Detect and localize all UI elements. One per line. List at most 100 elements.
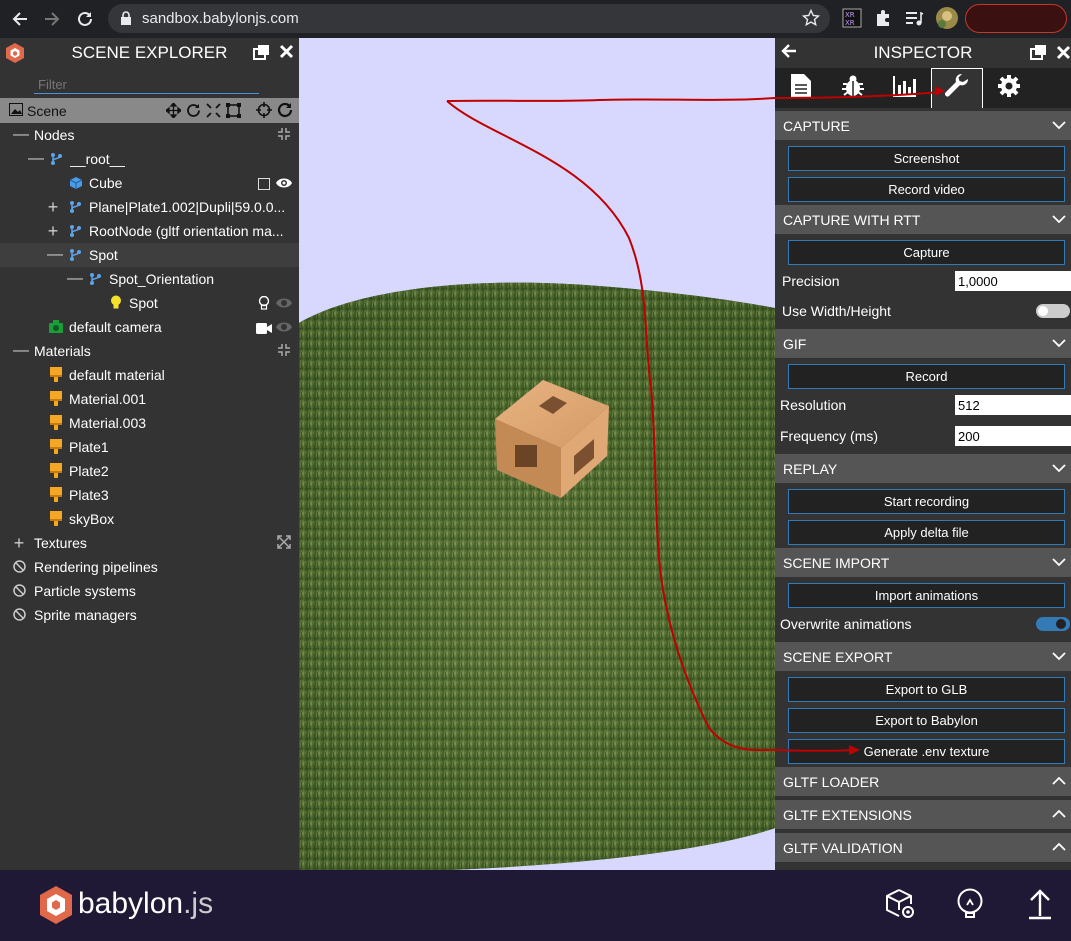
tree-node-material[interactable]: skyBox: [0, 507, 299, 531]
chevron-up-icon[interactable]: [1051, 774, 1067, 791]
extensions-puzzle-icon[interactable]: [873, 8, 893, 28]
tree-node-spot[interactable]: — Spot: [0, 243, 299, 267]
bookmark-star-icon[interactable]: [801, 8, 821, 32]
section-scene-import[interactable]: SCENE IMPORT: [775, 548, 1071, 577]
crosshair-icon[interactable]: [256, 102, 272, 121]
lock-icon[interactable]: [120, 11, 132, 31]
tree-node-textures[interactable]: + Textures: [0, 531, 299, 555]
screenshot-button[interactable]: Screenshot: [788, 146, 1065, 171]
section-gltf-extensions[interactable]: GLTF EXTENSIONS: [775, 800, 1071, 829]
collapse-all-icon[interactable]: [277, 343, 291, 360]
chevron-down-icon[interactable]: [1051, 336, 1067, 353]
close-icon[interactable]: [1056, 45, 1071, 65]
video-camera-icon[interactable]: [256, 321, 272, 337]
media-queue-icon[interactable]: [904, 8, 924, 28]
section-gif[interactable]: GIF: [775, 329, 1071, 358]
scene-root-row[interactable]: Scene: [0, 98, 299, 123]
chevron-down-icon[interactable]: [1051, 118, 1067, 135]
import-animations-button[interactable]: Import animations: [788, 583, 1065, 608]
back-icon[interactable]: [5, 4, 35, 34]
tree-node-spot-orientation[interactable]: — Spot_Orientation: [0, 267, 299, 291]
resolution-input[interactable]: [955, 395, 1071, 415]
chevron-down-icon[interactable]: [1051, 649, 1067, 666]
tree-node-material[interactable]: Material.001: [0, 387, 299, 411]
environment-bulb-icon[interactable]: [955, 888, 985, 925]
tree-node-default-camera[interactable]: default camera: [0, 315, 299, 339]
apply-delta-file-button[interactable]: Apply delta file: [788, 520, 1065, 545]
back-arrow-icon[interactable]: [781, 43, 797, 64]
tree-node-nodes[interactable]: — Nodes: [0, 123, 299, 147]
translate-gizmo-icon[interactable]: [164, 101, 183, 121]
profile-button[interactable]: [965, 4, 1067, 33]
use-width-height-toggle[interactable]: [1036, 304, 1070, 318]
visibility-eye-icon[interactable]: [276, 176, 292, 192]
collapse-icon[interactable]: —: [13, 126, 29, 144]
tree-node-materials[interactable]: — Materials: [0, 339, 299, 363]
tree-node-plane[interactable]: + Plane|Plate1.002|Dupli|59.0.0...: [0, 195, 299, 219]
avatar[interactable]: [935, 6, 959, 30]
tab-settings[interactable]: [983, 68, 1035, 108]
collapse-all-icon[interactable]: [277, 127, 291, 144]
tab-statistics[interactable]: [879, 68, 931, 108]
popout-icon[interactable]: [253, 44, 270, 66]
tree-node-material[interactable]: Material.003: [0, 411, 299, 435]
render-canvas[interactable]: [299, 38, 775, 870]
filter-input[interactable]: [34, 76, 259, 94]
expand-icon[interactable]: +: [47, 221, 59, 242]
light-toggle-icon[interactable]: [258, 295, 270, 313]
tree-node-material[interactable]: Plate3: [0, 483, 299, 507]
scale-gizmo-icon[interactable]: [206, 103, 221, 121]
collapse-icon[interactable]: —: [47, 246, 63, 264]
section-capture[interactable]: CAPTURE: [775, 111, 1071, 140]
tree-node-cube[interactable]: Cube: [0, 171, 299, 195]
collapse-icon[interactable]: —: [67, 270, 83, 288]
close-icon[interactable]: [279, 44, 294, 64]
frequency-input[interactable]: [955, 426, 1071, 446]
tree-node-rootnode[interactable]: + RootNode (gltf orientation ma...: [0, 219, 299, 243]
reload-icon[interactable]: [70, 4, 100, 34]
webxr-extension-icon[interactable]: XR XR: [842, 8, 862, 28]
export-glb-button[interactable]: Export to GLB: [788, 677, 1065, 702]
section-scene-export[interactable]: SCENE EXPORT: [775, 642, 1071, 671]
chevron-down-icon[interactable]: [1051, 461, 1067, 478]
address-bar[interactable]: sandbox.babylonjs.com: [108, 4, 830, 33]
tree-node-sprite-managers[interactable]: Sprite managers: [0, 603, 299, 627]
chevron-down-icon[interactable]: [1051, 555, 1067, 572]
chevron-up-icon[interactable]: [1051, 840, 1067, 857]
tab-tools[interactable]: [931, 68, 983, 108]
tree-node-particle-systems[interactable]: Particle systems: [0, 579, 299, 603]
bounding-box-toggle-icon[interactable]: [258, 177, 270, 193]
expand-icon[interactable]: +: [47, 197, 59, 218]
tab-properties[interactable]: [775, 68, 827, 108]
expand-icon[interactable]: +: [13, 533, 25, 554]
start-recording-button[interactable]: Start recording: [788, 489, 1065, 514]
tree-node-material[interactable]: Plate2: [0, 459, 299, 483]
expand-all-icon[interactable]: [277, 535, 291, 552]
capture-button[interactable]: Capture: [788, 240, 1065, 265]
tree-node-rendering-pipelines[interactable]: Rendering pipelines: [0, 555, 299, 579]
section-gltf-loader[interactable]: GLTF LOADER: [775, 767, 1071, 796]
section-capture-rtt[interactable]: CAPTURE WITH RTT: [775, 205, 1071, 234]
forward-icon[interactable]: [37, 4, 67, 34]
overwrite-animations-toggle[interactable]: [1036, 617, 1070, 631]
upload-icon[interactable]: [1028, 888, 1052, 925]
chevron-up-icon[interactable]: [1051, 807, 1067, 824]
visibility-eye-icon[interactable]: [276, 320, 292, 336]
collapse-icon[interactable]: —: [28, 150, 44, 168]
record-video-button[interactable]: Record video: [788, 177, 1065, 202]
tree-node-material[interactable]: Plate1: [0, 435, 299, 459]
section-replay[interactable]: REPLAY: [775, 454, 1071, 483]
visibility-eye-icon[interactable]: [276, 296, 292, 312]
export-babylon-button[interactable]: Export to Babylon: [788, 708, 1065, 733]
generate-env-texture-button[interactable]: Generate .env texture: [788, 739, 1065, 764]
inspector-toggle-icon[interactable]: [884, 888, 916, 925]
collapse-icon[interactable]: —: [13, 342, 29, 360]
tree-node-spot-light[interactable]: Spot: [0, 291, 299, 315]
popout-icon[interactable]: [1030, 44, 1047, 66]
refresh-icon[interactable]: [277, 102, 293, 121]
bounding-box-gizmo-icon[interactable]: [226, 103, 241, 121]
precision-input[interactable]: [955, 271, 1071, 291]
tree-node-material[interactable]: default material: [0, 363, 299, 387]
section-gltf-validation[interactable]: GLTF VALIDATION: [775, 833, 1071, 862]
tab-debug[interactable]: [827, 68, 879, 108]
